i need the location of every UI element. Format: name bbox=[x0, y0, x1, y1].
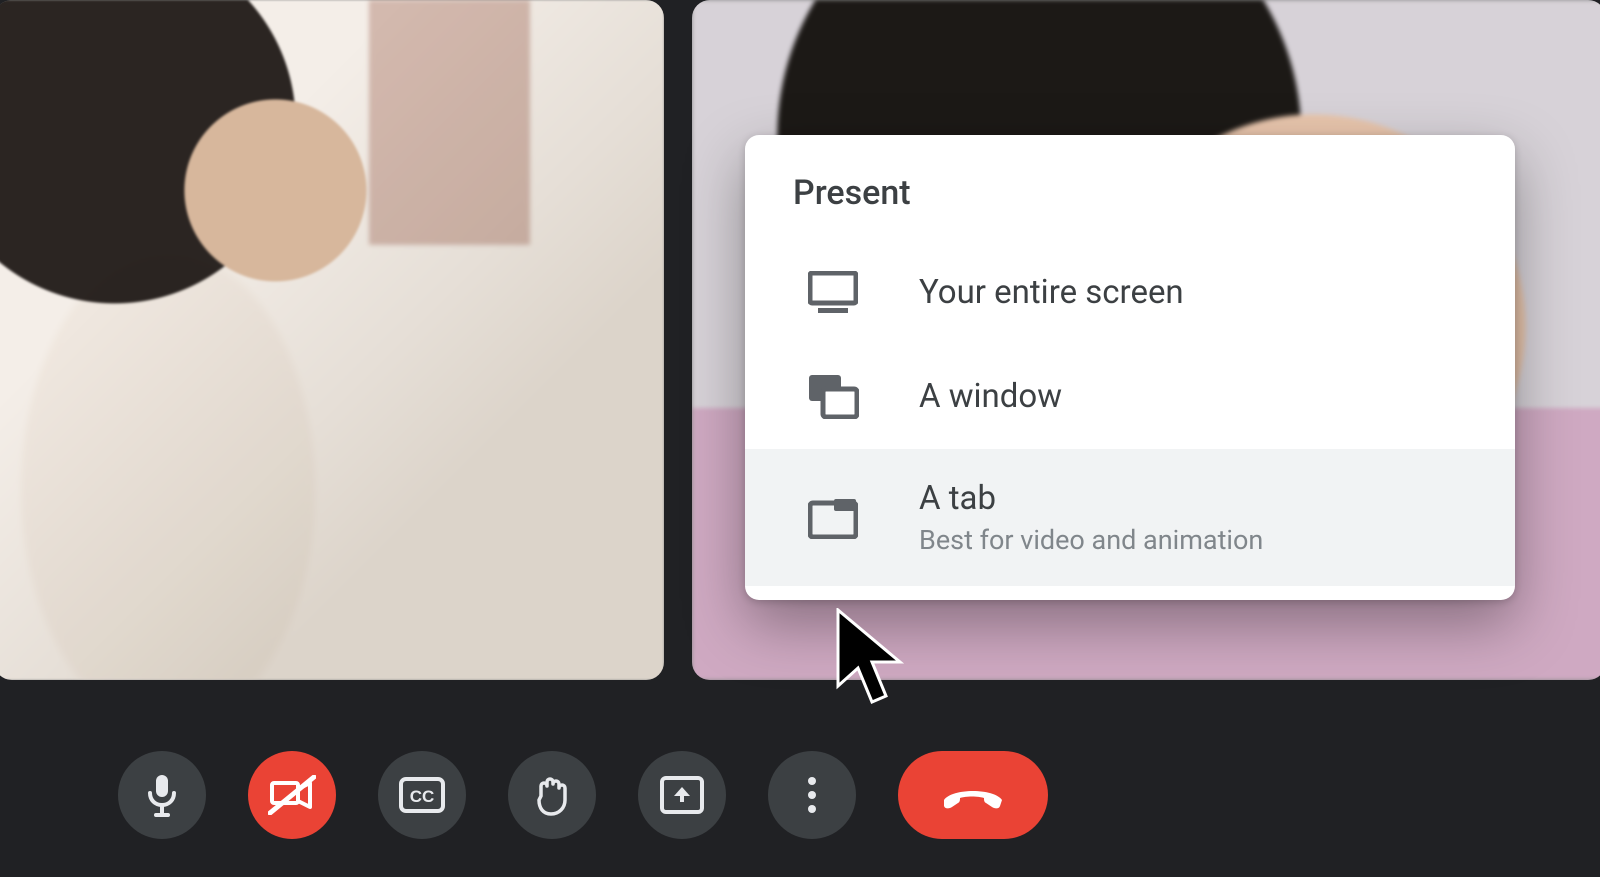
window-icon bbox=[803, 373, 863, 419]
monitor-icon bbox=[803, 271, 863, 313]
hangup-icon bbox=[940, 780, 1006, 810]
leave-call-button[interactable] bbox=[898, 751, 1048, 839]
present-menu: Present Your entire screen A window bbox=[745, 135, 1515, 600]
hand-icon bbox=[533, 774, 571, 816]
participant-tile[interactable] bbox=[0, 0, 664, 680]
present-option-sublabel: Best for video and animation bbox=[919, 524, 1263, 556]
tab-icon bbox=[803, 497, 863, 539]
present-menu-title: Present bbox=[745, 165, 1515, 241]
participant-video bbox=[0, 0, 664, 680]
meeting-toolbar: CC bbox=[0, 712, 1600, 877]
more-options-button[interactable] bbox=[768, 751, 856, 839]
cc-icon: CC bbox=[399, 777, 445, 813]
present-option-label: A window bbox=[919, 377, 1062, 416]
mic-button[interactable] bbox=[118, 751, 206, 839]
camera-button[interactable] bbox=[248, 751, 336, 839]
svg-text:CC: CC bbox=[410, 787, 435, 806]
present-button[interactable] bbox=[638, 751, 726, 839]
raise-hand-button[interactable] bbox=[508, 751, 596, 839]
present-option-window[interactable]: A window bbox=[745, 343, 1515, 449]
captions-button[interactable]: CC bbox=[378, 751, 466, 839]
present-option-label: A tab bbox=[919, 479, 1263, 518]
present-option-label: Your entire screen bbox=[919, 273, 1184, 312]
more-icon bbox=[807, 776, 817, 814]
present-icon bbox=[660, 776, 704, 814]
camera-off-icon bbox=[268, 775, 316, 815]
present-option-tab[interactable]: A tab Best for video and animation bbox=[745, 449, 1515, 586]
mic-icon bbox=[145, 773, 179, 817]
present-option-entire-screen[interactable]: Your entire screen bbox=[745, 241, 1515, 343]
